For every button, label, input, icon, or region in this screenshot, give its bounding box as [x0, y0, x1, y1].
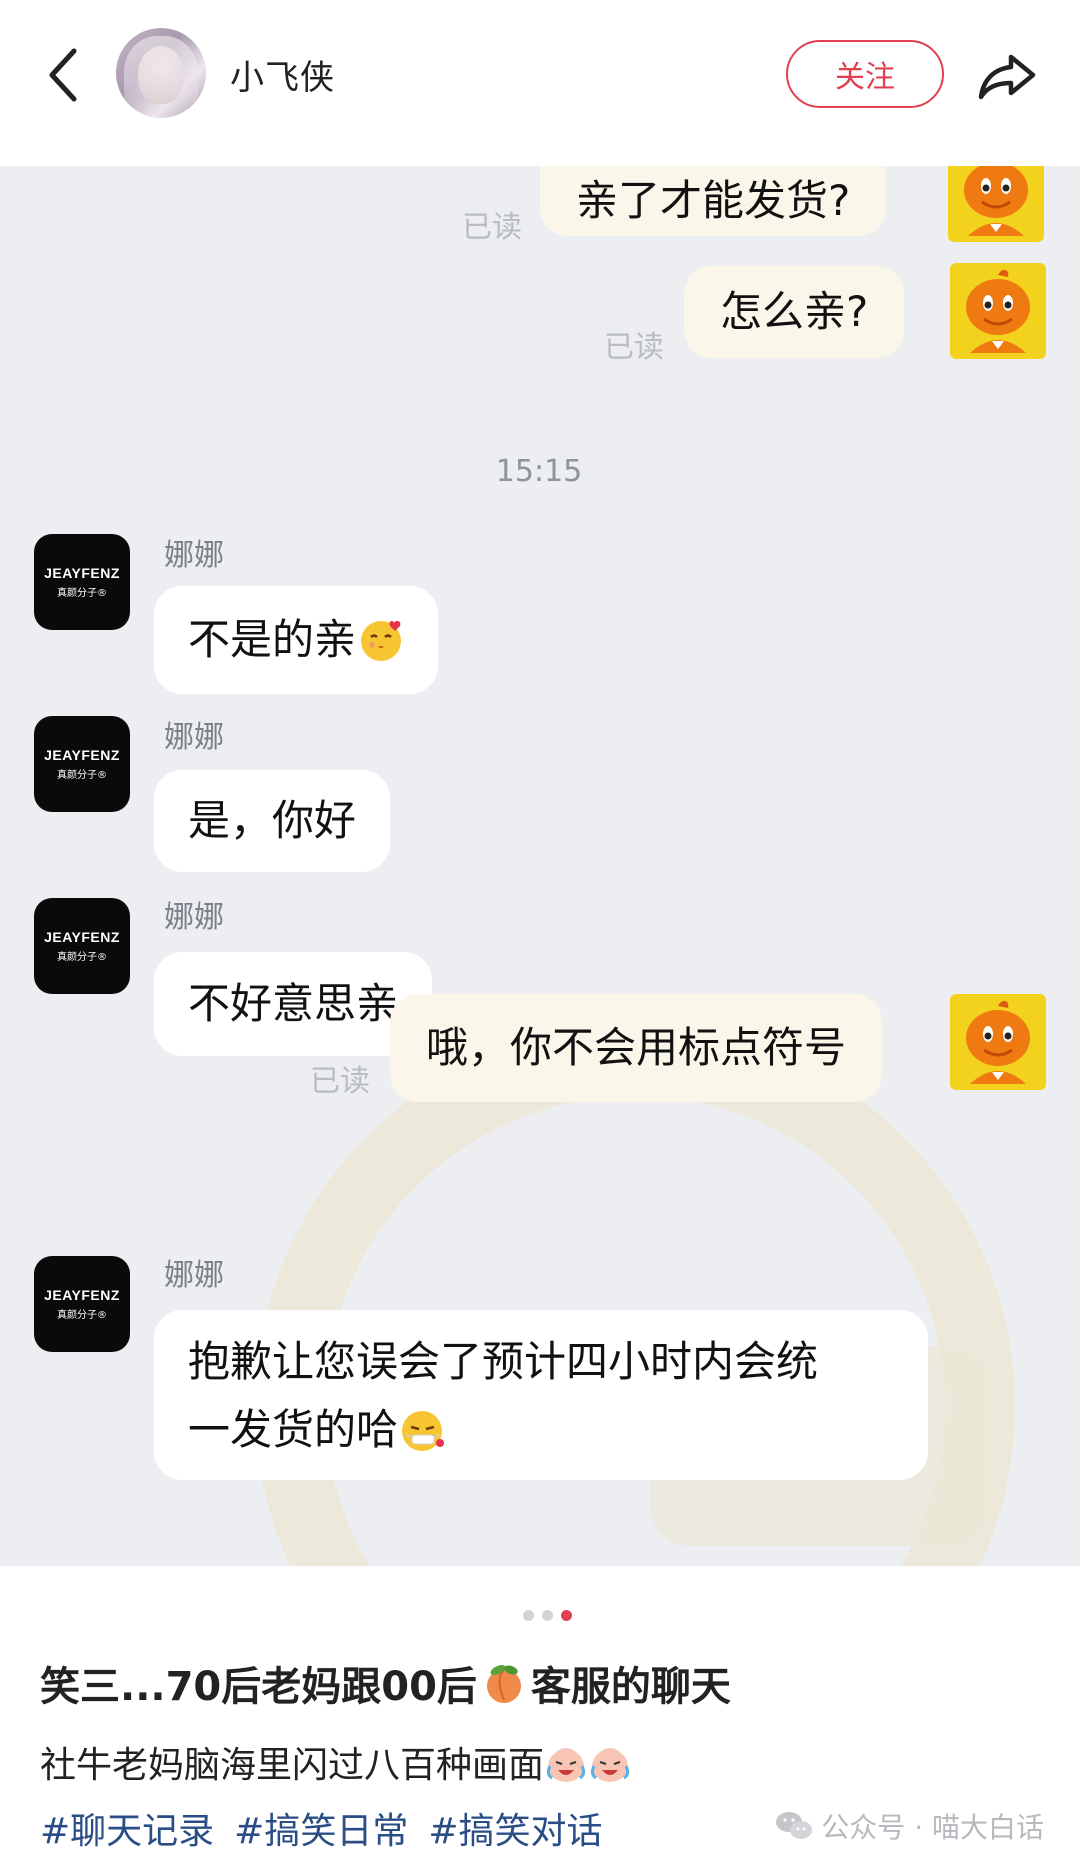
screen: 小飞侠 关注 已读 亲了才能发货? 已读 怎么亲? 15:15 JEAYFENZ…: [0, 0, 1080, 1865]
hashtag-link[interactable]: #搞笑日常: [234, 1802, 408, 1854]
sender-name: 娜娜: [164, 1258, 224, 1293]
orange-mascot-icon: [966, 269, 1030, 353]
store-brand-sub: 真颜分子®: [57, 770, 107, 781]
chat-timestamp: 15:15: [495, 454, 583, 489]
read-receipt: 已读: [462, 210, 522, 245]
page-dot-active[interactable]: [560, 1610, 572, 1621]
store-brand: JEAYFENZ: [44, 565, 120, 581]
share-button[interactable]: [975, 44, 1039, 108]
sender-name: 娜娜: [164, 538, 224, 573]
post-title-suffix: 客服的聊天: [530, 1664, 731, 1710]
message-bubble-incoming: 是，你好: [154, 770, 391, 872]
user-avatar[interactable]: [116, 28, 206, 118]
source-watermark-text: 公众号 · 喵大白话: [821, 1811, 1044, 1844]
store-brand-sub: 真颜分子®: [57, 952, 107, 963]
top-bar: 小飞侠 关注: [0, 0, 1080, 166]
read-receipt: 已读: [604, 330, 664, 365]
store-brand: JEAYFENZ: [44, 1287, 120, 1303]
page-dot[interactable]: [541, 1610, 553, 1621]
post-description: 社牛老妈脑海里闪过八百种画面: [40, 1736, 632, 1788]
crying-laughing-face-emoji: [590, 1748, 630, 1782]
store-brand-sub: 真颜分子®: [57, 1310, 107, 1321]
message-bubble-outgoing: 哦，你不会用标点符号: [390, 994, 883, 1102]
sweating-face-emoji: [402, 1411, 445, 1451]
post-title-text: 笑三...70后老妈跟00后: [40, 1664, 477, 1710]
my-avatar: [948, 166, 1044, 242]
message-bubble-outgoing: 亲了才能发货?: [540, 166, 887, 236]
hashtag-link[interactable]: #搞笑对话: [428, 1802, 602, 1854]
hashtag-list: #聊天记录 #搞笑日常 #搞笑对话: [40, 1802, 603, 1854]
message-text-line: 一发货的哈: [188, 1405, 399, 1454]
message-bubble-incoming: 不是的亲: [154, 586, 439, 694]
peach-emoji: [486, 1665, 521, 1703]
read-receipt: 已读: [310, 1064, 370, 1099]
source-watermark: 公众号 · 喵大白话: [775, 1806, 1044, 1846]
username[interactable]: 小飞侠: [230, 50, 335, 99]
store-avatar: JEAYFENZ 真颜分子®: [34, 716, 130, 812]
store-brand: JEAYFENZ: [44, 929, 120, 945]
page-dot[interactable]: [522, 1610, 534, 1621]
crying-laughing-face-emoji: [546, 1748, 586, 1782]
store-brand-sub: 真颜分子®: [57, 588, 107, 599]
orange-mascot-icon: [966, 1000, 1030, 1084]
store-avatar: JEAYFENZ 真颜分子®: [34, 1256, 130, 1352]
my-avatar: [950, 263, 1046, 359]
follow-button[interactable]: 关注: [786, 40, 944, 108]
kissing-face-emoji: [361, 620, 402, 661]
hashtag-link[interactable]: #聊天记录: [40, 1802, 214, 1854]
post-description-text: 社牛老妈脑海里闪过八百种画面: [40, 1745, 545, 1786]
message-bubble-outgoing: 怎么亲?: [684, 266, 905, 358]
store-avatar: JEAYFENZ 真颜分子®: [34, 898, 130, 994]
orange-mascot-icon: [964, 166, 1028, 236]
chat-screenshot[interactable]: 已读 亲了才能发货? 已读 怎么亲? 15:15 JEAYFENZ 真颜分子® …: [0, 166, 1080, 1566]
message-bubble-incoming: 抱歉让您误会了预计四小时内会统 一发货的哈: [154, 1310, 928, 1480]
post-content: 笑三...70后老妈跟00后 客服的聊天 社牛老妈脑海里闪过八百种画面 #聊天记…: [0, 1566, 1080, 1865]
sender-name: 娜娜: [164, 900, 224, 935]
store-avatar: JEAYFENZ 真颜分子®: [34, 534, 130, 630]
sender-name: 娜娜: [164, 720, 224, 755]
wechat-icon: [776, 1812, 813, 1839]
post-title: 笑三...70后老妈跟00后 客服的聊天: [40, 1654, 731, 1712]
page-indicator: [0, 1610, 1080, 1621]
chevron-left-icon: [49, 48, 77, 102]
back-button[interactable]: [38, 40, 88, 110]
message-text: 不是的亲: [188, 615, 357, 664]
share-arrow-icon: [978, 54, 1036, 100]
message-text-line: 抱歉让您误会了预计四小时内会统: [188, 1337, 819, 1386]
my-avatar: [950, 994, 1046, 1090]
store-brand: JEAYFENZ: [44, 747, 120, 763]
